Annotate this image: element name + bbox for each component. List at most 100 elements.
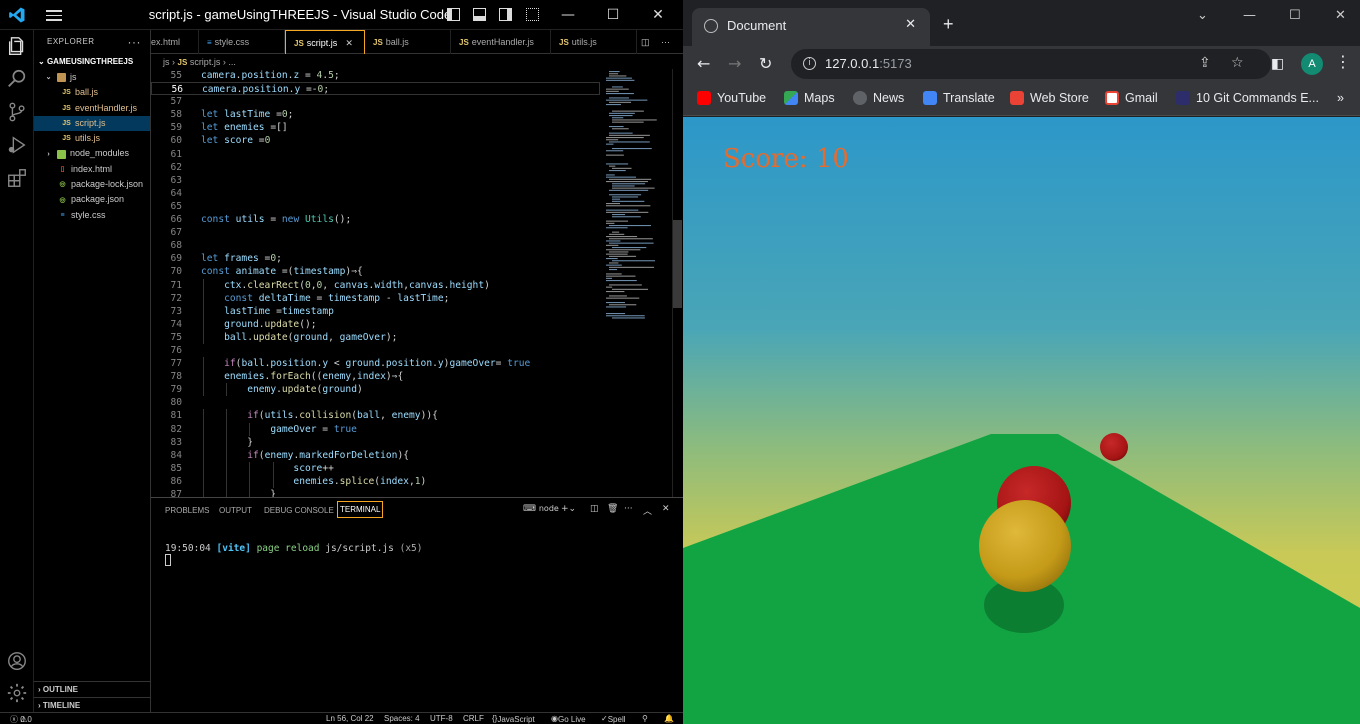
code-line[interactable]: 81 if(utils.collision(ball, enemy)){ — [151, 409, 600, 423]
browser-tab[interactable]: Document ✕ — [692, 8, 930, 46]
tab-problems[interactable]: PROBLEMS — [165, 506, 209, 515]
maximize-icon[interactable]: ☐ — [603, 6, 623, 24]
extensions-icon[interactable] — [6, 167, 28, 189]
panel-more-icon[interactable]: ··· — [624, 504, 633, 514]
code-line[interactable]: 73 lastTime =timestamp — [151, 304, 600, 318]
explorer-root-folder[interactable]: ⌄ GAMEUSINGTHREEJS — [34, 54, 150, 70]
code-line[interactable]: 85 score++ — [151, 461, 600, 475]
code-line[interactable]: 56 camera.position.y =-0; — [151, 82, 600, 96]
url-text[interactable]: 127.0.0.1:5173 — [825, 56, 912, 71]
tab-utils-js[interactable]: JS utils.js — [551, 30, 637, 54]
close-panel-icon[interactable]: ✕ — [662, 504, 670, 514]
tree-folder-js[interactable]: ⌄ js — [34, 70, 150, 85]
breadcrumb-file[interactable]: script.js — [190, 57, 221, 67]
tree-file-index-html[interactable]: ▯ index.html — [34, 162, 150, 177]
feedback-icon[interactable]: ⚲ — [642, 714, 648, 723]
notifications-icon[interactable]: 🔔 — [664, 714, 674, 723]
tab-ball-js[interactable]: JS ball.js — [365, 30, 451, 54]
bookmark-star-icon[interactable]: ☆ — [1231, 55, 1244, 71]
go-live-button[interactable]: ◉ Go Live — [551, 714, 586, 724]
code-line[interactable]: 71 ctx.clearRect(0,0, canvas.width,canva… — [151, 278, 600, 292]
source-control-icon[interactable] — [6, 101, 28, 123]
minimap-slider[interactable] — [673, 220, 682, 308]
game-canvas[interactable]: Score: 10 — [683, 117, 1360, 724]
tree-file-script-js[interactable]: JS script.js — [34, 115, 150, 132]
code-line[interactable]: 76 — [151, 344, 600, 357]
minimize-icon[interactable]: — — [1243, 8, 1256, 23]
encoding[interactable]: UTF-8 — [430, 714, 453, 723]
share-icon[interactable]: ⇪ — [1199, 55, 1211, 71]
forward-icon[interactable]: → — [728, 54, 741, 73]
tab-output[interactable]: OUTPUT — [219, 506, 252, 515]
reload-icon[interactable]: ↻ — [759, 54, 772, 73]
code-line[interactable]: 75 ball.update(ground, gameOver); — [151, 330, 600, 344]
code-line[interactable]: 83 } — [151, 435, 600, 449]
split-editor-icon[interactable]: ◫ — [641, 30, 659, 54]
back-icon[interactable]: ← — [697, 54, 710, 73]
code-line[interactable]: 64 — [151, 187, 600, 200]
code-line[interactable]: 58 let lastTime =0; — [151, 108, 600, 121]
code-line[interactable]: 77 if(ball.position.y < ground.position.… — [151, 357, 600, 371]
explorer-icon[interactable] — [6, 35, 28, 57]
toggle-secondary-sidebar-icon[interactable] — [499, 8, 512, 21]
bookmark-git-commands[interactable]: 10 Git Commands E... — [1176, 91, 1319, 105]
customize-layout-icon[interactable] — [526, 8, 539, 21]
tree-file-utils-js[interactable]: JS utils.js — [34, 131, 150, 146]
code-line[interactable]: 78 enemies.forEach((enemy,index)⇒{ — [151, 370, 600, 384]
breadcrumb-folder[interactable]: js — [163, 57, 170, 67]
browser-menu-icon[interactable]: ⋮ — [1335, 52, 1351, 71]
tree-file-eventhandler-js[interactable]: JS eventHandler.js — [34, 101, 150, 116]
code-line[interactable]: 59 let enemies =[] — [151, 121, 600, 134]
code-line[interactable]: 70 const animate =(timestamp)⇒{ — [151, 265, 600, 278]
toggle-panel-icon[interactable] — [473, 8, 486, 21]
code-line[interactable]: 62 — [151, 161, 600, 174]
line-endings[interactable]: CRLF — [463, 714, 484, 723]
code-line[interactable]: 67 — [151, 226, 600, 239]
tab-search-icon[interactable]: ⌄ — [1197, 8, 1208, 23]
code-line[interactable]: 86 enemies.splice(index,1) — [151, 474, 600, 488]
terminal-output[interactable]: 19:50:04 [vite] page reload js/script.js… — [165, 543, 422, 566]
split-terminal-icon[interactable]: ◫ — [590, 504, 599, 514]
bookmark-gmail[interactable]: Gmail — [1105, 91, 1158, 105]
settings-gear-icon[interactable] — [6, 682, 28, 704]
site-info-icon[interactable]: i — [803, 57, 816, 70]
language-mode[interactable]: {} JavaScript — [492, 714, 535, 724]
bookmark-web-store[interactable]: Web Store — [1010, 91, 1089, 105]
code-line[interactable]: 68 — [151, 239, 600, 252]
tree-folder-node-modules[interactable]: › node_modules — [34, 146, 150, 161]
tab-eventhandler-js[interactable]: JS eventHandler.js — [451, 30, 551, 54]
accounts-icon[interactable] — [6, 650, 28, 672]
toggle-sidebar-icon[interactable] — [447, 8, 460, 21]
code-line[interactable]: 65 — [151, 200, 600, 213]
close-window-icon[interactable]: ✕ — [1335, 8, 1346, 23]
address-bar[interactable]: i 127.0.0.1:5173 ⇪ ☆ — [791, 49, 1271, 79]
breadcrumb-symbol[interactable]: ... — [228, 57, 236, 67]
code-line[interactable]: 80 — [151, 396, 600, 409]
problems-status[interactable]: ⓧ 0 ⚠ 0 — [10, 714, 32, 724]
terminal-profile[interactable]: ⌨ node — [523, 504, 559, 514]
bookmark-translate[interactable]: Translate — [923, 91, 995, 105]
indentation[interactable]: Spaces: 4 — [384, 714, 420, 723]
code-line[interactable]: 79 enemy.update(ground) — [151, 383, 600, 397]
spell-status[interactable]: ✓ Spell — [601, 714, 626, 724]
code-line[interactable]: 57 — [151, 95, 600, 108]
maximize-icon[interactable]: ☐ — [1289, 8, 1301, 23]
close-tab-icon[interactable]: ✕ — [345, 38, 353, 48]
tree-file-style-css[interactable]: ≡ style.css — [34, 208, 150, 223]
bookmark-youtube[interactable]: YouTube — [697, 91, 766, 105]
tab-debug-console[interactable]: DEBUG CONSOLE — [264, 506, 334, 515]
side-panel-icon[interactable]: ◧ — [1271, 56, 1284, 72]
search-icon[interactable] — [6, 68, 28, 90]
close-tab-icon[interactable]: ✕ — [905, 17, 916, 32]
code-line[interactable]: 74 ground.update(); — [151, 317, 600, 331]
kill-terminal-icon[interactable]: 🗑 — [607, 504, 618, 514]
minimap[interactable] — [606, 69, 672, 329]
outline-section[interactable]: › OUTLINE — [34, 681, 151, 697]
more-actions-icon[interactable]: ··· — [128, 30, 142, 54]
menu-icon[interactable] — [46, 8, 62, 22]
tree-file-package-lock-json[interactable]: ◎ package-lock.json — [34, 177, 150, 192]
run-debug-icon[interactable] — [6, 134, 28, 156]
code-line[interactable]: 60 let score =0 — [151, 134, 600, 147]
maximize-panel-icon[interactable]: ︿ — [643, 504, 652, 517]
code-line[interactable]: 55 camera.position.z = 4.5; — [151, 69, 600, 82]
